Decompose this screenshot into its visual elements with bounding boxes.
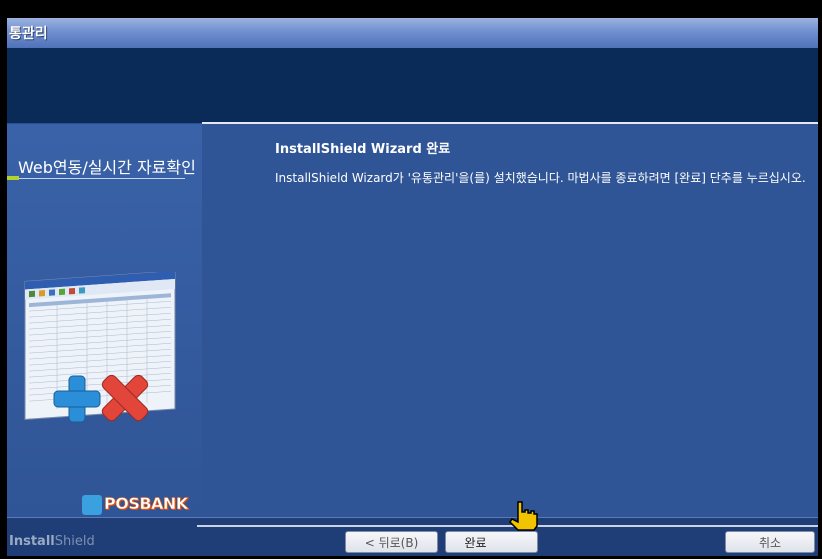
side-panel: Web연동/실시간 자료확인 POSBANK	[7, 124, 202, 517]
window-title: 통관리	[9, 26, 48, 42]
back-button[interactable]: < 뒤로(B)	[345, 531, 438, 553]
side-divider	[7, 178, 185, 179]
finish-button[interactable]: 완료	[445, 531, 538, 553]
installer-window: 통관리 Web연동/실시간 자료확인 POSBANK InstallShield…	[7, 18, 818, 556]
installshield-brand: InstallShield	[9, 534, 95, 549]
posbank-logo-icon	[82, 495, 102, 515]
hand-pointer-cursor-icon	[509, 501, 538, 531]
completion-message: InstallShield Wizard가 '유통관리'을(를) 설치했습니다.…	[275, 171, 806, 185]
posbank-logo-text: POSBANK	[104, 494, 189, 514]
posbank-logo: POSBANK	[82, 494, 190, 516]
software-screenshot-illustration	[24, 272, 176, 423]
title-bar[interactable]: 통관리	[7, 18, 818, 48]
finish-button-label: 완료	[464, 536, 487, 550]
installshield-brand-install: Install	[9, 534, 55, 549]
completion-title: InstallShield Wizard 완료	[275, 142, 451, 157]
button-bar: InstallShield < 뒤로(B) 완료 취소	[7, 517, 818, 556]
side-accent-bar	[7, 176, 19, 180]
installshield-brand-shield: Shield	[54, 534, 95, 549]
main-content: InstallShield Wizard 완료 InstallShield Wi…	[202, 124, 818, 517]
cancel-button[interactable]: 취소	[725, 531, 815, 553]
header-banner	[7, 48, 818, 123]
side-heading: Web연동/실시간 자료확인	[18, 158, 196, 177]
